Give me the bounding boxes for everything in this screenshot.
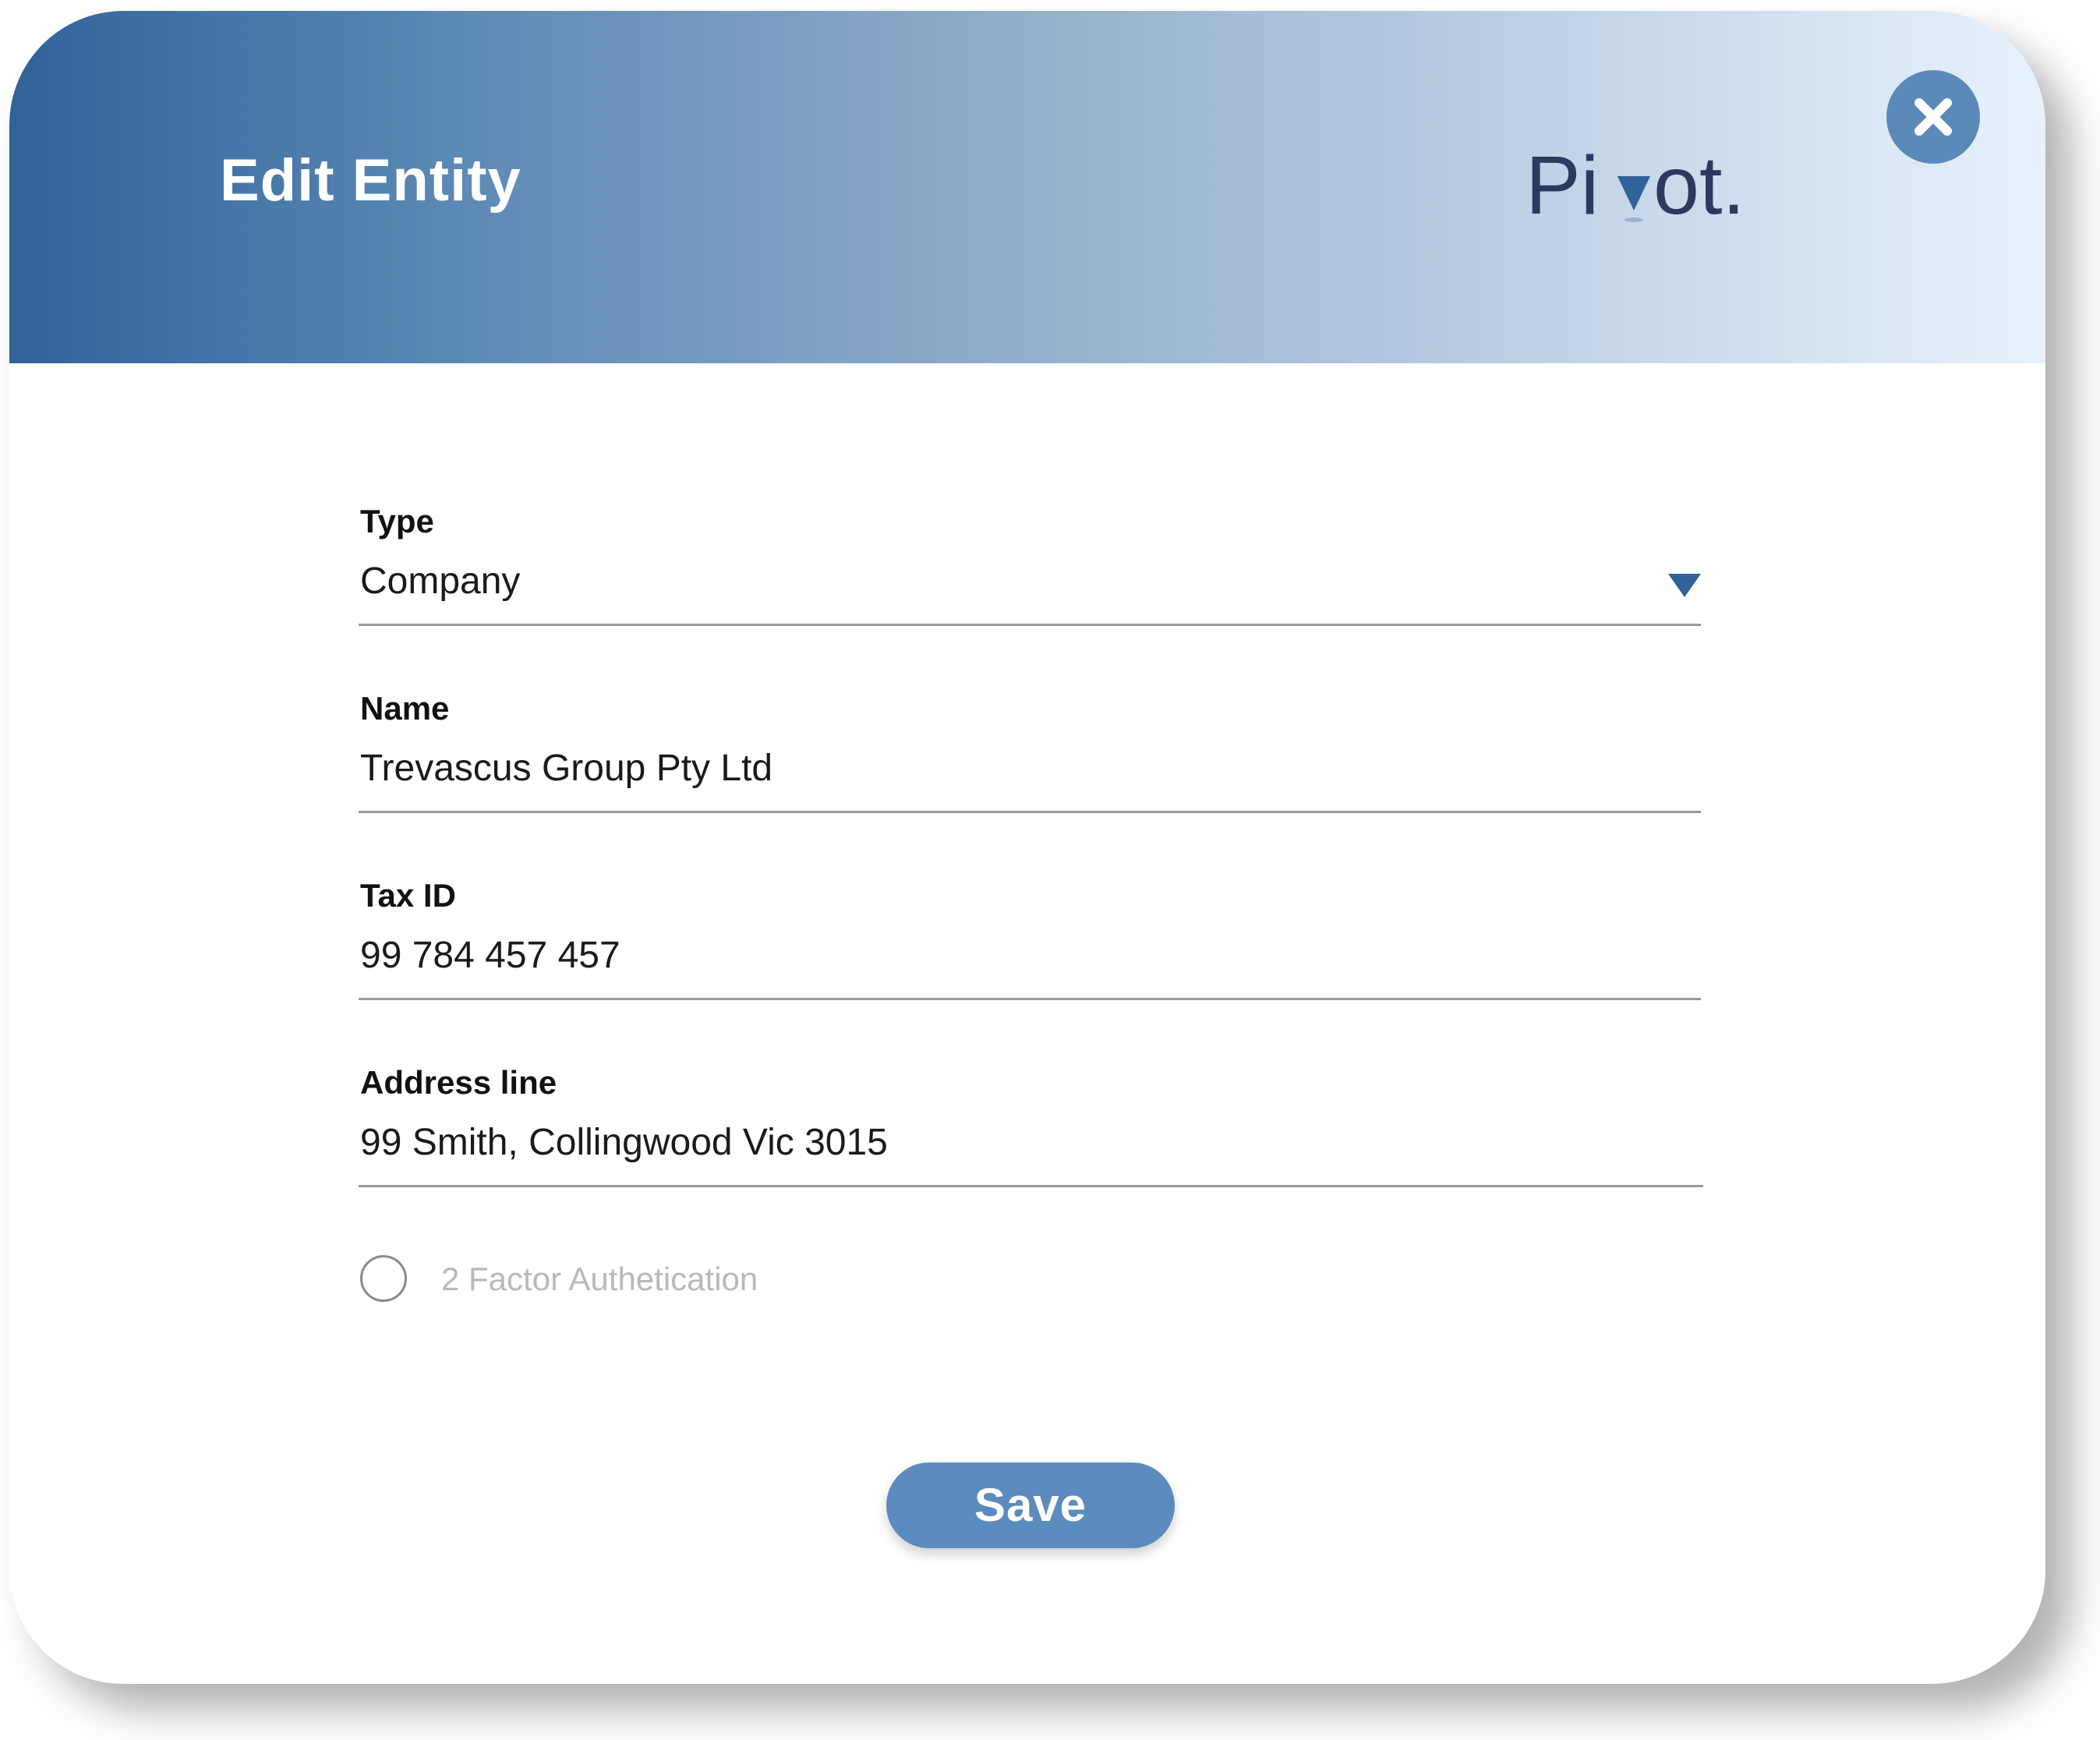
tax-id-underline: [359, 998, 1701, 1000]
type-label: Type: [360, 503, 434, 539]
two-factor-label[interactable]: 2 Factor Authetication: [441, 1263, 758, 1296]
address-field[interactable]: Address line 99 Smith, Collingwood Vic 3…: [359, 1066, 1703, 1199]
name-underline: [359, 811, 1701, 813]
tax-id-input[interactable]: 99 784 457 457: [360, 937, 620, 974]
logo-v-shadow: [1624, 218, 1643, 222]
save-button[interactable]: Save: [886, 1462, 1175, 1548]
address-input[interactable]: 99 Smith, Collingwood Vic 3015: [360, 1124, 888, 1162]
logo-v-mark: [1617, 176, 1650, 210]
address-label: Address line: [360, 1064, 557, 1101]
name-field[interactable]: Name Trevascus Group Pty Ltd: [359, 692, 1701, 825]
chevron-down-icon[interactable]: [1668, 574, 1701, 597]
name-label: Name: [360, 690, 450, 727]
logo-text-left: Pi: [1526, 142, 1599, 232]
address-underline: [359, 1185, 1703, 1187]
two-factor-radio[interactable]: [360, 1255, 407, 1302]
pivot-logo: Pi ot.: [1526, 142, 1775, 235]
dialog-title: Edit Entity: [220, 147, 521, 214]
tax-id-label: Tax ID: [360, 877, 456, 914]
logo-text-right: ot.: [1653, 142, 1745, 232]
dialog-header: Edit Entity Pi ot.: [9, 11, 2045, 363]
type-field[interactable]: Type Company: [359, 505, 1701, 638]
close-button[interactable]: [1886, 70, 1980, 164]
type-select-value[interactable]: Company: [360, 563, 520, 600]
tax-id-field[interactable]: Tax ID 99 784 457 457: [359, 879, 1701, 1012]
type-underline: [359, 624, 1701, 626]
page: Edit Entity Pi ot. Type Company Name Tre…: [0, 0, 2100, 1740]
edit-entity-dialog: Edit Entity Pi ot. Type Company Name Tre…: [9, 11, 2045, 1684]
name-input[interactable]: Trevascus Group Pty Ltd: [360, 750, 772, 787]
close-icon: [1914, 98, 1952, 136]
